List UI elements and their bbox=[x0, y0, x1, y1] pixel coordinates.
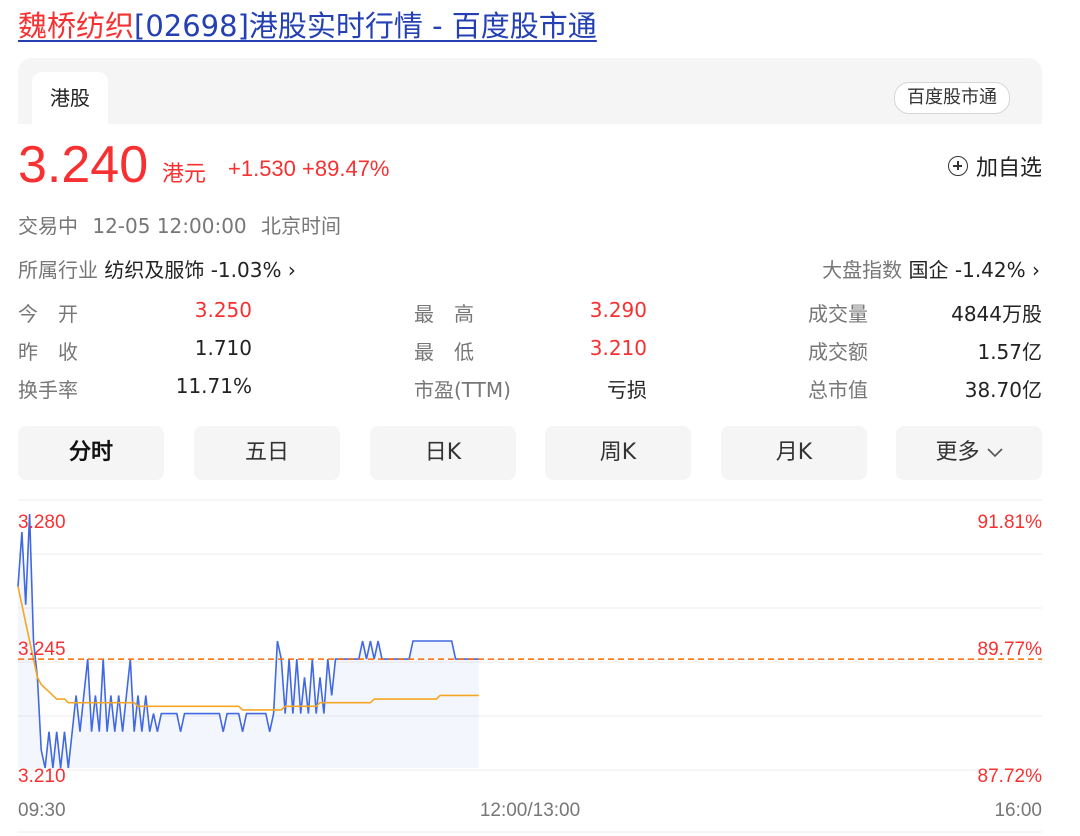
stat-value: 3.290 bbox=[589, 298, 647, 322]
intraday-chart[interactable]: 3.280 3.245 3.210 91.81% 89.77% 87.72% 09:30 12… bbox=[0, 496, 1080, 836]
industry-value: 纺织及服饰 -1.03% › bbox=[104, 258, 296, 282]
y-axis-label-right: 89.77% bbox=[978, 639, 1043, 660]
plus-circle-icon bbox=[947, 156, 968, 176]
stat-value: 1.57亿 bbox=[977, 340, 1042, 364]
add-to-watchlist-button[interactable]: 加自选 bbox=[947, 150, 1042, 182]
market-tab-bar: 港股 百度股市通 bbox=[18, 58, 1042, 124]
stat-label: 总市值 bbox=[808, 378, 868, 402]
stats-row: 昨 收 1.710 最 低 3.210 成交额 1.57亿 bbox=[18, 332, 1042, 370]
stat-value: 38.70亿 bbox=[964, 378, 1042, 402]
chevron-down-icon bbox=[986, 448, 1003, 458]
status-timezone: 北京时间 bbox=[261, 214, 342, 238]
stat-value: 4844万股 bbox=[951, 302, 1042, 326]
tab-weekly-k[interactable]: 周K bbox=[545, 426, 691, 480]
y-axis-label-left: 3.210 bbox=[18, 766, 66, 787]
status-text: 交易中 bbox=[18, 214, 78, 238]
stat-label: 今 开 bbox=[18, 302, 78, 326]
tab-more[interactable]: 更多 bbox=[896, 426, 1042, 480]
x-axis-label: 16:00 bbox=[994, 800, 1042, 821]
y-axis-label-right: 91.81% bbox=[978, 512, 1043, 533]
y-axis-label-left: 3.245 bbox=[18, 639, 66, 660]
tab-hk-stock[interactable]: 港股 bbox=[32, 72, 108, 124]
trading-status: 交易中 12-05 12:00:00 北京时间 bbox=[18, 210, 349, 239]
stat-label: 成交量 bbox=[808, 302, 868, 326]
tab-intraday[interactable]: 分时 bbox=[18, 426, 164, 480]
stats-row: 今 开 3.250 最 高 3.290 成交量 4844万股 bbox=[18, 294, 1042, 332]
stat-label: 昨 收 bbox=[18, 340, 78, 364]
stat-value: 11.71% bbox=[175, 374, 252, 398]
title-rest: [02698]港股实时行情 - 百度股市通 bbox=[134, 9, 597, 43]
price-change: +1.530 +89.47% bbox=[228, 156, 390, 182]
stock-name: 魏桥纺织 bbox=[18, 9, 135, 43]
page-title[interactable]: 魏桥纺织[02698]港股实时行情 - 百度股市通 bbox=[18, 6, 597, 46]
add-watch-label: 加自选 bbox=[975, 156, 1042, 181]
stat-value: 3.250 bbox=[194, 298, 252, 322]
index-value: 国企 -1.42% › bbox=[908, 258, 1040, 282]
industry-link[interactable]: 所属行业 纺织及服饰 -1.03% › bbox=[18, 254, 296, 283]
tab-monthly-k[interactable]: 月K bbox=[721, 426, 867, 480]
industry-label: 所属行业 bbox=[18, 258, 98, 282]
change-amount: +1.530 bbox=[228, 156, 296, 181]
x-axis-label: 09:30 bbox=[18, 800, 66, 821]
price-area bbox=[18, 514, 479, 768]
currency-label: 港元 bbox=[162, 162, 207, 187]
tab-daily-k[interactable]: 日K bbox=[370, 426, 516, 480]
x-axis-label: 12:00/13:00 bbox=[480, 800, 580, 821]
index-label: 大盘指数 bbox=[822, 258, 903, 282]
stat-label: 最 低 bbox=[414, 340, 474, 364]
status-time: 12-05 12:00:00 bbox=[92, 214, 247, 238]
y-axis-label-right: 87.72% bbox=[978, 766, 1043, 787]
change-percent: +89.47% bbox=[302, 156, 390, 181]
current-price: 3.240 bbox=[18, 136, 149, 194]
chart-range-tabs: 分时 五日 日K 周K 月K 更多 bbox=[18, 426, 1042, 480]
market-index-link[interactable]: 大盘指数 国企 -1.42% › bbox=[822, 254, 1040, 283]
stat-value: 1.710 bbox=[194, 336, 252, 360]
stat-label: 换手率 bbox=[18, 378, 78, 402]
stat-value: 3.210 bbox=[589, 336, 647, 360]
stat-label: 市盈(TTM) bbox=[414, 378, 511, 402]
tab-five-day[interactable]: 五日 bbox=[194, 426, 340, 480]
stat-value: 亏损 bbox=[607, 378, 647, 402]
stat-label: 成交额 bbox=[808, 340, 868, 364]
source-badge[interactable]: 百度股市通 bbox=[894, 82, 1010, 114]
more-label: 更多 bbox=[935, 440, 980, 465]
stat-label: 最 高 bbox=[414, 302, 474, 326]
stats-row: 换手率 11.71% 市盈(TTM) 亏损 总市值 38.70亿 bbox=[18, 370, 1042, 408]
stats-grid: 今 开 3.250 最 高 3.290 成交量 4844万股 昨 收 1.710… bbox=[18, 294, 1042, 408]
y-axis-label-left: 3.280 bbox=[18, 512, 66, 533]
